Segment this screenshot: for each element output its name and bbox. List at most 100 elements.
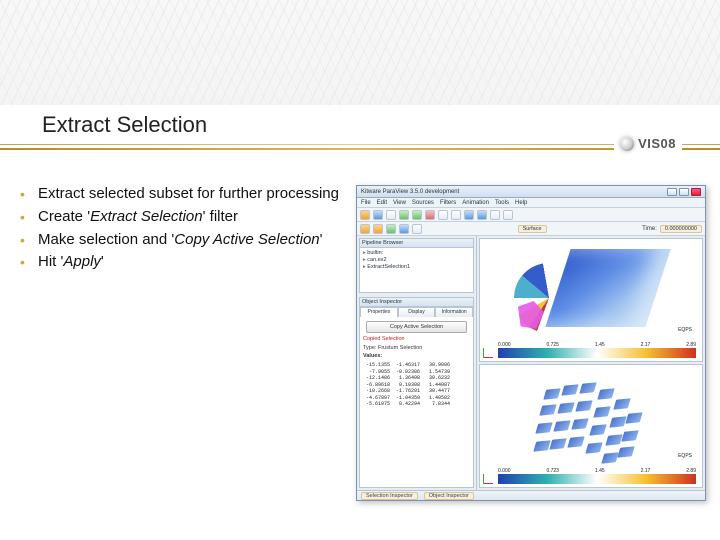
- menu-sources[interactable]: Sources: [412, 200, 434, 206]
- bullet-dot-icon: •: [20, 253, 38, 272]
- pipeline-item[interactable]: builtin:: [363, 250, 470, 257]
- extracted-cell: [571, 418, 588, 429]
- extracted-cell: [609, 416, 626, 427]
- menu-edit[interactable]: Edit: [377, 200, 387, 206]
- bullet-item: •Create 'Extract Selection' filter: [20, 208, 340, 227]
- pipeline-item[interactable]: ExtractSelection1: [363, 264, 470, 271]
- extracted-cell: [621, 430, 638, 441]
- bullet-text: Extract selected subset for further proc…: [38, 185, 340, 204]
- extracted-cell: [589, 424, 606, 435]
- extracted-cell: [535, 422, 552, 433]
- pipeline-browser-title: Pipeline Browser: [360, 239, 473, 248]
- bullet-text: Hit 'Apply': [38, 253, 340, 272]
- window-close-icon[interactable]: [691, 188, 701, 196]
- status-bar: Selection Inspector Object Inspector: [357, 490, 705, 500]
- extracted-cell: [561, 384, 578, 395]
- extracted-cell: [593, 406, 610, 417]
- status-selection-inspector[interactable]: Selection Inspector: [361, 492, 418, 500]
- extracted-cell: [579, 382, 596, 393]
- axis-gizmo-icon: [483, 344, 497, 358]
- extracted-cell: [575, 400, 592, 411]
- pipeline-browser-panel: Pipeline Browser builtin:can.ex2ExtractS…: [359, 238, 474, 293]
- menu-file[interactable]: File: [361, 200, 371, 206]
- extracted-cell: [605, 434, 622, 445]
- pipeline-item[interactable]: can.ex2: [363, 257, 470, 264]
- extracted-cell: [543, 388, 560, 399]
- color-legend: [498, 474, 696, 484]
- tab-information[interactable]: Information: [435, 307, 473, 317]
- tool-icon[interactable]: [399, 224, 409, 234]
- extracted-cell: [625, 412, 642, 423]
- bullet-item: •Hit 'Apply': [20, 253, 340, 272]
- tool-icon[interactable]: [438, 210, 448, 220]
- slide-banner: [0, 0, 720, 105]
- extracted-cell: [539, 404, 556, 415]
- menu-filters[interactable]: Filters: [440, 200, 456, 206]
- time-label: Time:: [642, 226, 657, 232]
- color-legend: [498, 348, 696, 358]
- menu-bar: File Edit View Sources Filters Animation Tools…: [357, 198, 705, 208]
- status-object-inspector[interactable]: Object Inspector: [424, 492, 474, 500]
- toolbar-main: [357, 208, 705, 222]
- menu-animation[interactable]: Animation: [462, 200, 489, 206]
- save-icon[interactable]: [373, 210, 383, 220]
- open-icon[interactable]: [360, 210, 370, 220]
- tool-icon[interactable]: [490, 210, 500, 220]
- window-titlebar: Kitware ParaView 3.5.0 development: [357, 186, 705, 198]
- extracted-cell: [557, 402, 574, 413]
- extracted-cell: [585, 442, 602, 453]
- render-view-top[interactable]: EQPS 0.0000.7251.452.172.89: [479, 238, 703, 362]
- axis-gizmo-icon: [483, 470, 497, 484]
- window-minimize-icon[interactable]: [667, 188, 677, 196]
- extracted-cell: [601, 452, 618, 463]
- copied-selection-label: Copied Selection: [363, 336, 470, 342]
- menu-tools[interactable]: Tools: [495, 200, 509, 206]
- window-title: Kitware ParaView 3.5.0 development: [361, 189, 459, 195]
- render-view-bottom[interactable]: EQPS 0.0000.7231.452.172.89: [479, 364, 703, 488]
- bullet-text: Create 'Extract Selection' filter: [38, 208, 340, 227]
- bullet-dot-icon: •: [20, 208, 38, 227]
- bullet-item: •Make selection and 'Copy Active Selecti…: [20, 231, 340, 250]
- extracted-cell: [597, 388, 614, 399]
- redo-icon[interactable]: [412, 210, 422, 220]
- extracted-cell: [567, 436, 584, 447]
- conference-logo: VIS08: [614, 136, 682, 151]
- time-field[interactable]: 0.000000000: [660, 225, 702, 233]
- help-icon[interactable]: [425, 210, 435, 220]
- copy-active-selection-button[interactable]: Copy Active Selection: [366, 321, 468, 333]
- extracted-cell: [533, 440, 550, 451]
- values-label: Values:: [363, 353, 470, 359]
- tool-icon[interactable]: [360, 224, 370, 234]
- menu-view[interactable]: View: [393, 200, 406, 206]
- extracted-cell: [553, 420, 570, 431]
- extracted-cell: [613, 398, 630, 409]
- toolbar-secondary: Surface Time: 0.000000000: [357, 222, 705, 236]
- representation-select[interactable]: Surface: [518, 225, 547, 233]
- tool-icon[interactable]: [451, 210, 461, 220]
- tool-icon[interactable]: [412, 224, 422, 234]
- bullet-dot-icon: •: [20, 231, 38, 250]
- tab-properties[interactable]: Properties: [360, 307, 398, 317]
- values-table: -15.1355 -1.46317 30.9006 1 -7.9055 -0.9…: [363, 362, 470, 408]
- menu-help[interactable]: Help: [515, 200, 527, 206]
- tool-icon[interactable]: [503, 210, 513, 220]
- title-rule: [0, 144, 720, 154]
- app-screenshot: Kitware ParaView 3.5.0 development File E…: [356, 185, 706, 501]
- object-inspector-panel: Object Inspector PropertiesDisplayInform…: [359, 297, 474, 488]
- slide-title: Extract Selection: [42, 112, 207, 138]
- undo-icon[interactable]: [399, 210, 409, 220]
- connect-icon[interactable]: [386, 210, 396, 220]
- extracted-cell: [617, 446, 634, 457]
- bullet-list: •Extract selected subset for further pro…: [20, 185, 340, 276]
- tool-icon[interactable]: [464, 210, 474, 220]
- tool-icon[interactable]: [373, 224, 383, 234]
- tool-icon[interactable]: [386, 224, 396, 234]
- logo-text: VIS08: [638, 136, 676, 151]
- window-maximize-icon[interactable]: [679, 188, 689, 196]
- logo-sphere-icon: [620, 137, 634, 151]
- bullet-text: Make selection and 'Copy Active Selectio…: [38, 231, 340, 250]
- tool-icon[interactable]: [477, 210, 487, 220]
- object-inspector-title: Object Inspector: [360, 298, 473, 307]
- selection-type-label: Type: Frustum Selection: [363, 345, 470, 351]
- tab-display[interactable]: Display: [398, 307, 436, 317]
